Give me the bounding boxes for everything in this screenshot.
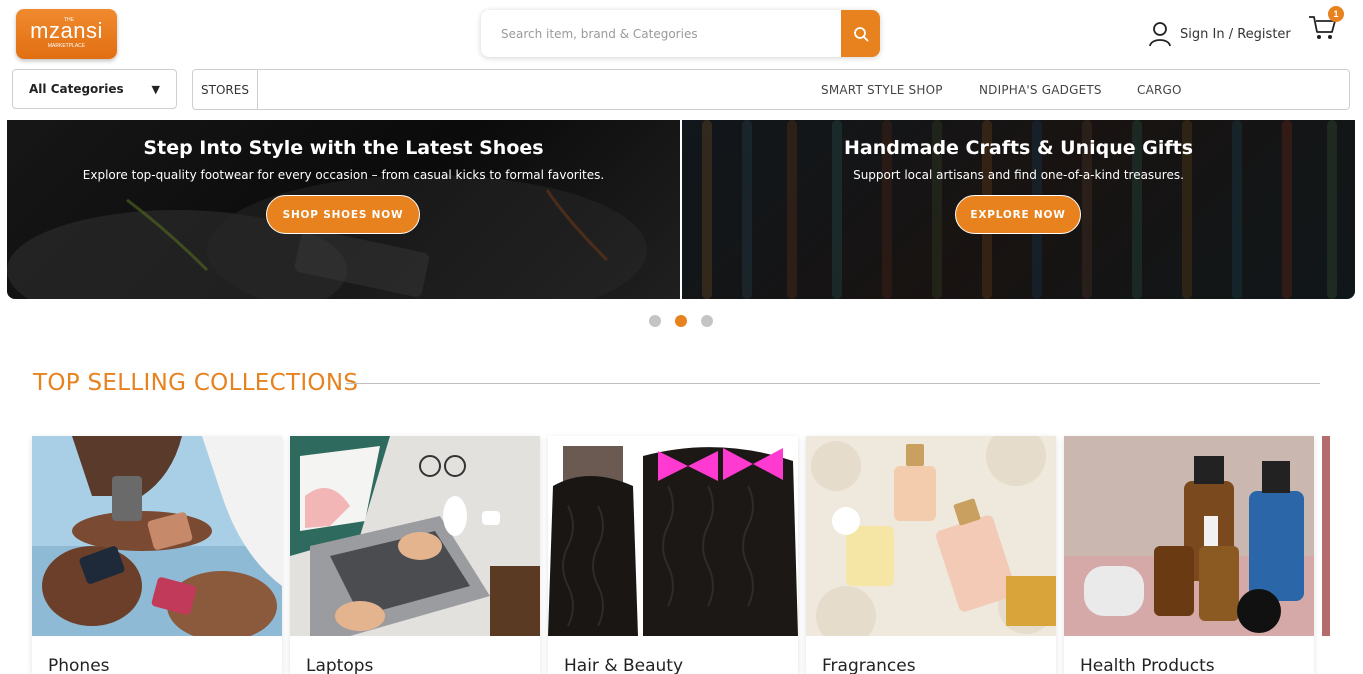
carousel-dots [649, 315, 713, 327]
shop-shoes-button[interactable]: SHOP SHOES NOW [266, 195, 420, 234]
collection-name: Hair & Beauty [564, 656, 684, 674]
register-label[interactable]: Register [1237, 27, 1291, 42]
stores-label: STORES [193, 70, 258, 109]
user-icon [1149, 22, 1171, 47]
cart-count-badge: 1 [1328, 6, 1344, 22]
next-card-peek [1322, 436, 1330, 636]
collection-card-health-products[interactable]: Health Products [1064, 436, 1314, 674]
carousel-dot-active[interactable] [675, 315, 687, 327]
phones-image [32, 436, 282, 636]
collection-card-hair-beauty[interactable]: Hair & Beauty [548, 436, 798, 674]
stores-bar: STORES SMART STYLE SHOP NDIPHA'S GADGETS… [192, 69, 1350, 110]
health-products-image [1064, 436, 1314, 636]
logo-sub-text: MARKETPLACE [47, 43, 86, 49]
search-button[interactable] [841, 10, 880, 57]
logo-main-text: mzansi [30, 18, 103, 43]
category-select-value: All Categories [29, 82, 124, 96]
category-select[interactable]: All Categories ▼ [12, 69, 177, 109]
carousel-dot[interactable] [649, 315, 661, 327]
section-divider [346, 383, 1320, 384]
banner-subtitle: Support local artisans and find one-of-a… [853, 168, 1184, 182]
search-bar [481, 10, 880, 57]
banner-crafts[interactable]: Handmade Crafts & Unique Gifts Support l… [682, 120, 1355, 299]
signin-register-link[interactable]: Sign In / Register [1148, 21, 1291, 47]
collection-card-laptops[interactable]: Laptops [290, 436, 540, 674]
collection-name: Laptops [306, 656, 374, 674]
collection-name: Health Products [1080, 656, 1215, 674]
signin-label[interactable]: Sign In [1180, 27, 1225, 42]
store-link-ndiphas-gadgets[interactable]: NDIPHA'S GADGETS [979, 70, 1102, 109]
banner-subtitle: Explore top-quality footwear for every o… [82, 168, 605, 182]
site-logo[interactable]: THE mzansi MARKETPLACE [16, 9, 117, 59]
collection-name: Phones [48, 656, 110, 674]
banner-title: Step Into Style with the Latest Shoes [143, 137, 544, 159]
dropdown-arrow-icon: ▼ [151, 82, 160, 96]
collection-card-fragrances[interactable]: Fragrances [806, 436, 1056, 674]
search-icon [853, 26, 868, 41]
store-link-smart-style-shop[interactable]: SMART STYLE SHOP [821, 70, 943, 109]
banner-shoes[interactable]: Step Into Style with the Latest Shoes Ex… [7, 120, 680, 299]
fragrances-image [806, 436, 1056, 636]
signin-separator: / [1228, 26, 1234, 42]
section-title: TOP SELLING COLLECTIONS [33, 370, 359, 396]
search-input[interactable] [481, 10, 841, 57]
carousel-dot[interactable] [701, 315, 713, 327]
collection-name: Fragrances [822, 656, 916, 674]
cart-button[interactable]: 1 [1308, 6, 1344, 44]
store-link-cargo[interactable]: CARGO [1137, 70, 1182, 109]
collection-card-phones[interactable]: Phones [32, 436, 282, 674]
hair-beauty-image [548, 436, 798, 636]
explore-now-button[interactable]: EXPLORE NOW [955, 195, 1081, 234]
banner-title: Handmade Crafts & Unique Gifts [843, 137, 1194, 159]
laptops-image [290, 436, 540, 636]
